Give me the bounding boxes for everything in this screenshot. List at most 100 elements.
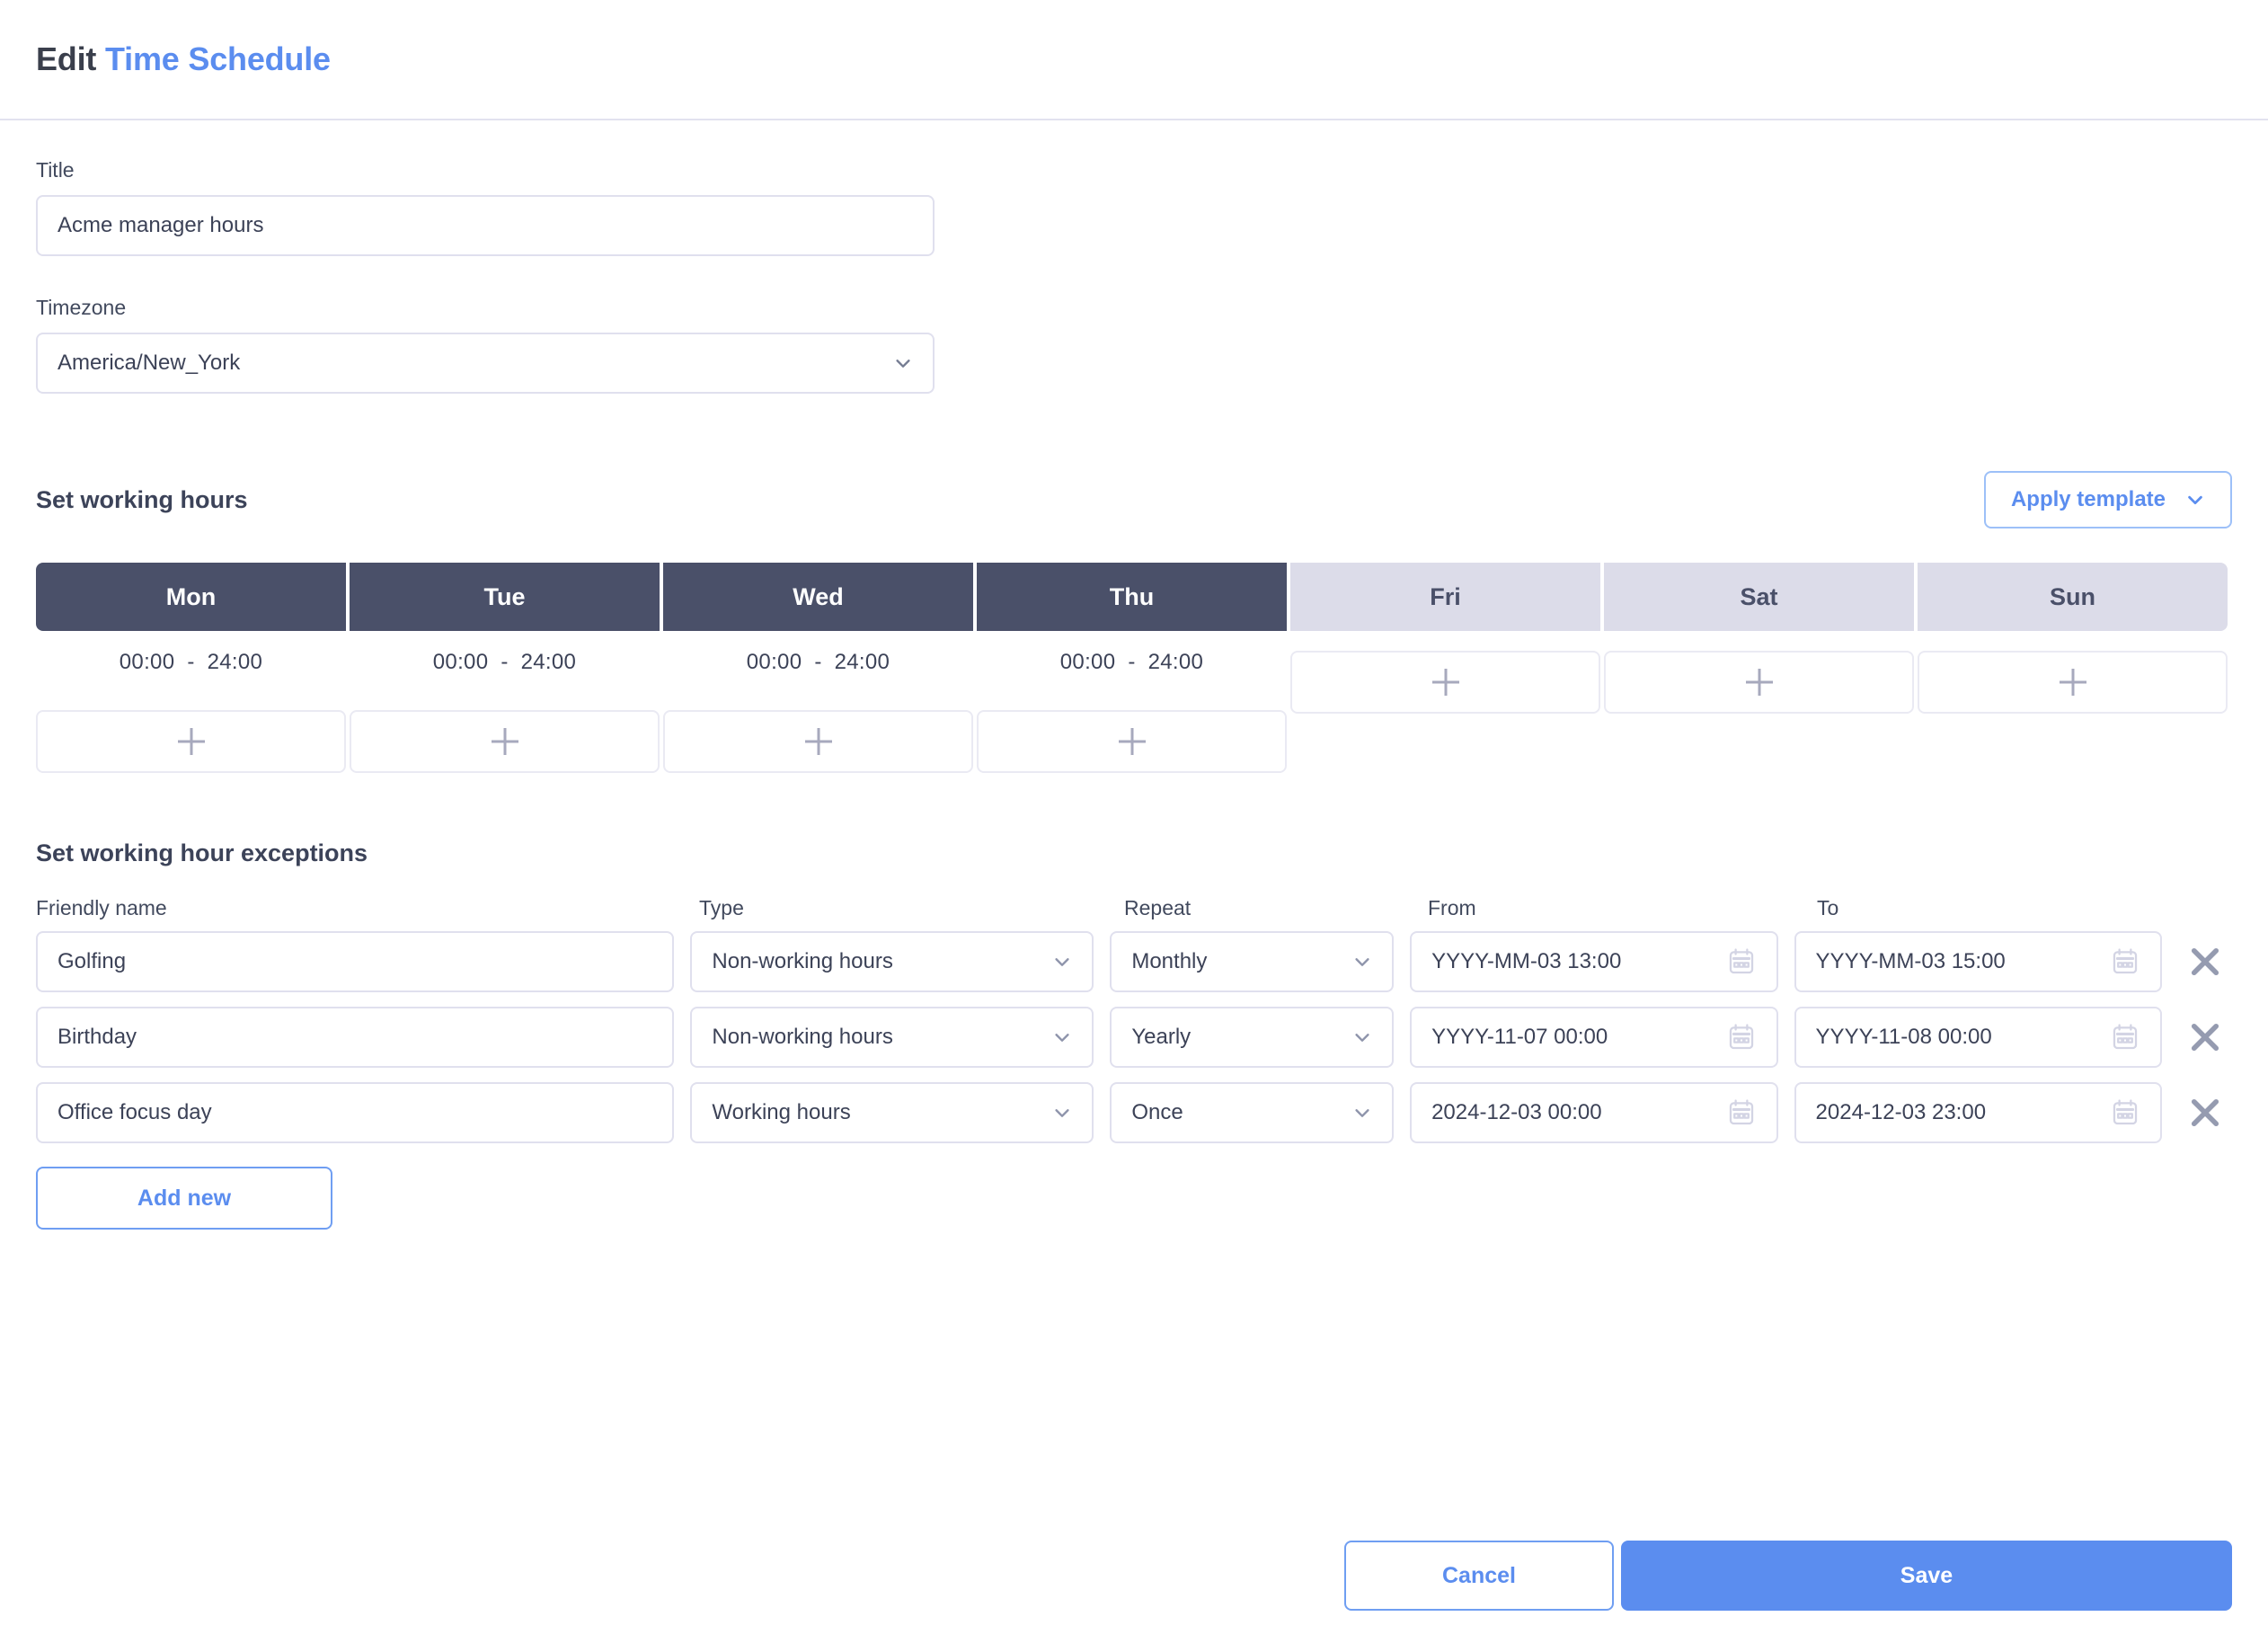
exception-repeat-cell: Monthly bbox=[1110, 931, 1395, 992]
exception-repeat-value: Monthly bbox=[1131, 949, 1208, 973]
plus-icon bbox=[1119, 728, 1146, 755]
day-column-thu: Thu 00:00-24:00 bbox=[977, 563, 1287, 773]
delete-exception-button[interactable] bbox=[2178, 1086, 2232, 1140]
exception-from-datetime[interactable]: 2024-12-03 00:00 bbox=[1410, 1082, 1778, 1143]
exceptions-rows: Golfing Non-working hours Monthly YYYY-MM-0… bbox=[36, 931, 2232, 1143]
exception-from-cell: 2024-12-03 00:00 bbox=[1410, 1082, 1778, 1143]
exception-to-datetime[interactable]: YYYY-11-08 00:00 bbox=[1794, 1007, 2163, 1068]
exception-from-datetime[interactable]: YYYY-11-07 00:00 bbox=[1410, 1007, 1778, 1068]
delete-exception-button[interactable] bbox=[2178, 1010, 2232, 1064]
exception-name-input[interactable]: Golfing bbox=[36, 931, 675, 992]
range-to: 24:00 bbox=[834, 650, 890, 674]
exceptions-heading: Set working hour exceptions bbox=[36, 839, 368, 866]
exception-from-datetime[interactable]: YYYY-MM-03 13:00 bbox=[1410, 931, 1778, 992]
day-header-sun[interactable]: Sun bbox=[1918, 563, 2228, 631]
range-from: 00:00 bbox=[432, 650, 489, 674]
title-label: Title bbox=[36, 158, 75, 182]
close-x-icon bbox=[2186, 1018, 2224, 1056]
chevron-down-icon bbox=[1052, 952, 1072, 972]
calendar-icon[interactable] bbox=[1726, 1097, 1757, 1128]
plus-icon bbox=[1746, 669, 1773, 696]
exception-name-input[interactable]: Office focus day bbox=[36, 1082, 675, 1143]
exception-from-value: 2024-12-03 00:00 bbox=[1431, 1100, 1602, 1124]
title-field-value: Acme manager hours bbox=[58, 213, 264, 237]
exceptions-column-header-to: To bbox=[1817, 896, 1839, 919]
exception-to-datetime[interactable]: YYYY-MM-03 15:00 bbox=[1794, 931, 2163, 992]
exception-type-value: Non-working hours bbox=[712, 949, 893, 973]
plus-icon bbox=[178, 728, 205, 755]
day-time-range[interactable]: 00:00-24:00 bbox=[663, 631, 973, 694]
exception-to-datetime[interactable]: 2024-12-03 23:00 bbox=[1794, 1082, 2163, 1143]
add-new-button[interactable]: Add new bbox=[36, 1167, 332, 1230]
exception-repeat-cell: Yearly bbox=[1110, 1007, 1395, 1068]
working-hours-header: Set working hours Apply template bbox=[36, 471, 2232, 528]
table-row: Office focus day Working hours Once 2024-12… bbox=[36, 1082, 2232, 1143]
range-from: 00:00 bbox=[746, 650, 802, 674]
exception-type-select[interactable]: Non-working hours bbox=[690, 931, 1094, 992]
day-header-thu[interactable]: Thu bbox=[977, 563, 1287, 631]
exception-repeat-select[interactable]: Monthly bbox=[1110, 931, 1395, 992]
exception-from-cell: YYYY-11-07 00:00 bbox=[1410, 1007, 1778, 1068]
delete-exception-button[interactable] bbox=[2178, 935, 2232, 989]
save-button[interactable]: Save bbox=[1621, 1541, 2232, 1611]
chevron-down-icon bbox=[2185, 490, 2205, 510]
exception-name-cell: Golfing bbox=[36, 931, 675, 992]
calendar-icon[interactable] bbox=[2110, 1097, 2140, 1128]
exceptions-section: Set working hour exceptions Friendly nam… bbox=[0, 773, 2268, 1230]
day-header-fri[interactable]: Fri bbox=[1290, 563, 1600, 631]
exception-repeat-select[interactable]: Yearly bbox=[1110, 1007, 1395, 1068]
add-time-range-button-tue[interactable] bbox=[350, 710, 660, 773]
exception-repeat-select[interactable]: Once bbox=[1110, 1082, 1395, 1143]
exception-name-cell: Birthday bbox=[36, 1007, 675, 1068]
timezone-label: Timezone bbox=[36, 296, 127, 319]
day-time-range[interactable]: 00:00-24:00 bbox=[36, 631, 346, 694]
exception-repeat-cell: Once bbox=[1110, 1082, 1395, 1143]
range-from: 00:00 bbox=[1059, 650, 1116, 674]
calendar-icon[interactable] bbox=[1726, 946, 1757, 977]
schedule-meta-form: Title Acme manager hours Timezone Americ… bbox=[0, 120, 2268, 394]
exception-name-cell: Office focus day bbox=[36, 1082, 675, 1143]
cancel-button[interactable]: Cancel bbox=[1344, 1541, 1614, 1611]
save-label: Save bbox=[1900, 1562, 1953, 1588]
add-time-range-button-wed[interactable] bbox=[663, 710, 973, 773]
day-header-sat[interactable]: Sat bbox=[1604, 563, 1914, 631]
calendar-icon[interactable] bbox=[1726, 1022, 1757, 1052]
day-header-mon[interactable]: Mon bbox=[36, 563, 346, 631]
add-time-range-button-mon[interactable] bbox=[36, 710, 346, 773]
day-column-sun: Sun bbox=[1918, 563, 2228, 773]
add-time-range-button-sat[interactable] bbox=[1604, 651, 1914, 714]
exception-from-cell: YYYY-MM-03 13:00 bbox=[1410, 931, 1778, 992]
day-header-wed[interactable]: Wed bbox=[663, 563, 973, 631]
range-to: 24:00 bbox=[1147, 650, 1204, 674]
working-hours-section: Set working hours Apply template Mon 00:0… bbox=[0, 394, 2268, 773]
week-day-grid: Mon 00:00-24:00 Tue 00:00-24:00 Wed 00:00-24:… bbox=[36, 563, 2232, 773]
plus-icon bbox=[2060, 669, 2086, 696]
page-header: Edit Time Schedule bbox=[0, 0, 2268, 120]
add-time-range-button-thu[interactable] bbox=[977, 710, 1287, 773]
exception-type-select[interactable]: Working hours bbox=[690, 1082, 1094, 1143]
calendar-icon[interactable] bbox=[2110, 946, 2140, 977]
day-time-range[interactable]: 00:00-24:00 bbox=[350, 631, 660, 694]
day-time-range[interactable]: 00:00-24:00 bbox=[977, 631, 1287, 694]
chevron-down-icon bbox=[1352, 1027, 1372, 1047]
exception-name-input[interactable]: Birthday bbox=[36, 1007, 675, 1068]
add-time-range-button-fri[interactable] bbox=[1290, 651, 1600, 714]
exception-type-select[interactable]: Non-working hours bbox=[690, 1007, 1094, 1068]
title-field[interactable]: Acme manager hours bbox=[36, 195, 935, 256]
calendar-icon[interactable] bbox=[2110, 1022, 2140, 1052]
range-to: 24:00 bbox=[520, 650, 577, 674]
exception-name-value: Office focus day bbox=[58, 1100, 212, 1124]
range-from: 00:00 bbox=[119, 650, 175, 674]
exception-name-value: Birthday bbox=[58, 1025, 137, 1049]
timezone-select[interactable]: America/New_York bbox=[36, 333, 935, 394]
chevron-down-icon bbox=[893, 353, 913, 373]
apply-template-button[interactable]: Apply template bbox=[1983, 471, 2232, 528]
plus-icon bbox=[492, 728, 518, 755]
day-header-tue[interactable]: Tue bbox=[350, 563, 660, 631]
exception-to-cell: YYYY-11-08 00:00 bbox=[1794, 1007, 2163, 1068]
chevron-down-icon bbox=[1352, 1103, 1372, 1123]
timezone-select-value: America/New_York bbox=[58, 351, 241, 375]
add-time-range-button-sun[interactable] bbox=[1918, 651, 2228, 714]
